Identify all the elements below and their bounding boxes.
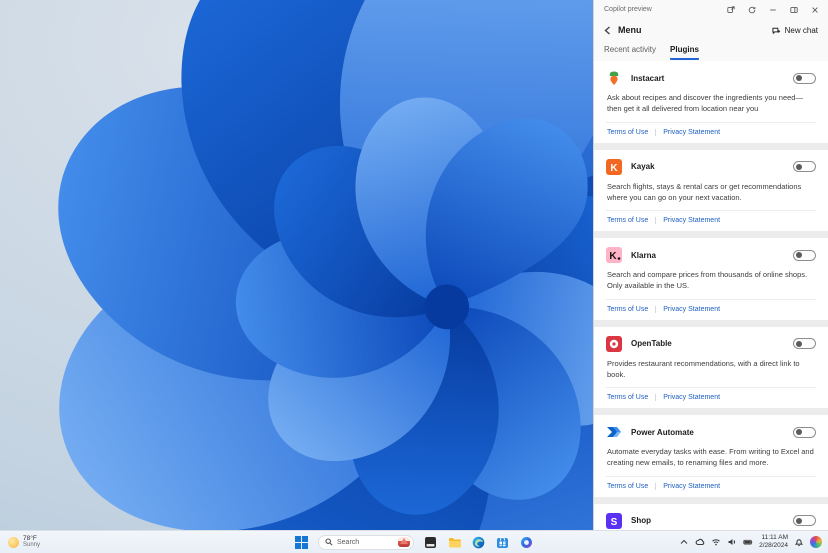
open-external-icon[interactable]: [726, 5, 736, 15]
privacy-statement-link[interactable]: Privacy Statement: [663, 483, 720, 490]
plugin-toggle[interactable]: [793, 161, 816, 172]
plugin-card-klarna: K Klarna Search and compare prices from …: [594, 238, 828, 320]
link-divider: [655, 394, 657, 401]
plugin-name: OpenTable: [631, 339, 672, 348]
plugin-description: Search flights, stays & rental cars or g…: [607, 181, 802, 202]
plugin-card-power-automate: Power Automate Automate everyday tasks w…: [594, 415, 828, 497]
plugin-description: Ask about recipes and discover the ingre…: [607, 93, 803, 114]
privacy-statement-link[interactable]: Privacy Statement: [663, 394, 720, 401]
minimize-icon[interactable]: [768, 5, 778, 15]
notification-bell-icon[interactable]: [794, 537, 804, 547]
panel-titlebar: Copilot preview: [594, 0, 828, 19]
close-icon[interactable]: [810, 5, 820, 15]
windows-logo-icon: [295, 535, 308, 549]
chevron-left-icon: [604, 25, 610, 35]
terms-of-use-link[interactable]: Terms of Use: [607, 394, 648, 401]
new-chat-button[interactable]: New chat: [772, 26, 818, 35]
microsoft-store-icon[interactable]: [495, 535, 510, 550]
plugin-description: Provides restaurant recommendations, wit…: [607, 358, 800, 379]
start-button[interactable]: [294, 535, 309, 550]
klarna-icon: K: [606, 247, 622, 263]
widgets-weather-button[interactable]: 78°F Sunny: [0, 531, 48, 553]
plugin-name: Klarna: [631, 250, 656, 260]
plugin-toggle[interactable]: [793, 515, 816, 526]
panel-title: Copilot preview: [604, 6, 652, 13]
instacart-icon: [606, 70, 622, 86]
edge-browser-icon[interactable]: [471, 535, 486, 550]
svg-text:K: K: [609, 251, 617, 262]
taskbar-search-box[interactable]: Search: [318, 534, 414, 550]
svg-text:K: K: [610, 163, 618, 174]
plugin-description: Search and compare prices from thousands…: [607, 270, 808, 291]
kayak-icon: K: [606, 158, 622, 175]
volume-icon[interactable]: [727, 537, 737, 547]
terms-of-use-link[interactable]: Terms of Use: [607, 306, 648, 313]
copilot-panel: Copilot preview Menu New chat Recent act…: [593, 0, 828, 530]
window-controls: [726, 5, 820, 15]
svg-text:S: S: [611, 517, 618, 528]
plugin-toggle[interactable]: [793, 72, 816, 84]
plugin-list: Instacart Ask about recipes and discover…: [594, 61, 828, 530]
tab-recent-activity[interactable]: Recent activity: [604, 45, 656, 60]
terms-of-use-link[interactable]: Terms of Use: [607, 217, 648, 224]
plugin-name: Kayak: [631, 162, 655, 171]
onedrive-cloud-icon[interactable]: [695, 537, 705, 547]
link-divider: [655, 217, 657, 224]
new-chat-label: New chat: [784, 25, 818, 35]
weather-temp: 78°F: [23, 534, 37, 542]
plugin-card-shop: S Shop Search for millions of products f…: [594, 503, 828, 530]
plugin-card-kayak: K Kayak Search flights, stays & rental c…: [594, 149, 828, 231]
back-menu-button[interactable]: Menu: [604, 25, 642, 35]
privacy-statement-link[interactable]: Privacy Statement: [663, 306, 720, 313]
plugin-toggle[interactable]: [793, 426, 816, 438]
plugin-name: Shop: [631, 516, 651, 525]
taskbar: 78°F Sunny Search 11:11 AM 2/28/2024: [0, 530, 828, 553]
new-chat-icon: [772, 27, 780, 34]
plugin-name: Power Automate: [631, 427, 694, 437]
copilot-app-icon[interactable]: [519, 535, 534, 550]
wifi-icon[interactable]: [711, 537, 721, 547]
taskbar-center-icons: Search: [294, 531, 534, 553]
file-explorer-icon[interactable]: [447, 535, 462, 550]
plugin-card-opentable: OpenTable Provides restaurant recommenda…: [594, 326, 828, 408]
tray-chevron-up-icon[interactable]: [679, 537, 689, 547]
plugin-toggle[interactable]: [793, 249, 816, 261]
copilot-tray-icon[interactable]: [810, 536, 822, 548]
link-divider: [655, 128, 657, 136]
battery-icon[interactable]: [743, 537, 753, 547]
system-tray: 11:11 AM 2/28/2024: [679, 531, 828, 553]
menu-label: Menu: [618, 25, 642, 35]
shop-icon: S: [606, 512, 622, 529]
taskbar-clock[interactable]: 11:11 AM 2/28/2024: [759, 534, 788, 550]
plugin-toggle[interactable]: [793, 338, 816, 349]
panel-header: Menu New chat: [594, 19, 828, 41]
link-divider: [655, 305, 657, 313]
link-divider: [655, 482, 657, 490]
privacy-statement-link[interactable]: Privacy Statement: [663, 129, 720, 136]
plugin-description: Automate everyday tasks with ease. From …: [607, 447, 814, 468]
search-highlight-image: [398, 537, 410, 547]
tab-bar: Recent activity Plugins: [594, 41, 828, 60]
weather-condition: Sunny: [23, 542, 41, 549]
plugin-name: Instacart: [631, 73, 665, 83]
terms-of-use-link[interactable]: Terms of Use: [607, 129, 648, 136]
search-placeholder: Search: [337, 538, 360, 546]
opentable-icon: [606, 335, 622, 352]
clock-date: 2/28/2024: [759, 542, 788, 549]
clock-time: 11:11 AM: [761, 534, 789, 542]
tab-plugins[interactable]: Plugins: [670, 45, 699, 60]
power-automate-icon: [606, 424, 622, 440]
sun-icon: [8, 536, 19, 548]
terms-of-use-link[interactable]: Terms of Use: [607, 483, 648, 490]
plugin-card-instacart: Instacart Ask about recipes and discover…: [594, 61, 828, 143]
search-icon: [325, 538, 333, 546]
dark-app-icon[interactable]: [423, 535, 438, 550]
restore-dock-icon[interactable]: [789, 5, 799, 15]
refresh-icon[interactable]: [747, 5, 757, 15]
windows-desktop-screen: Copilot preview Menu New chat Recent act…: [0, 0, 828, 553]
privacy-statement-link[interactable]: Privacy Statement: [663, 217, 720, 224]
